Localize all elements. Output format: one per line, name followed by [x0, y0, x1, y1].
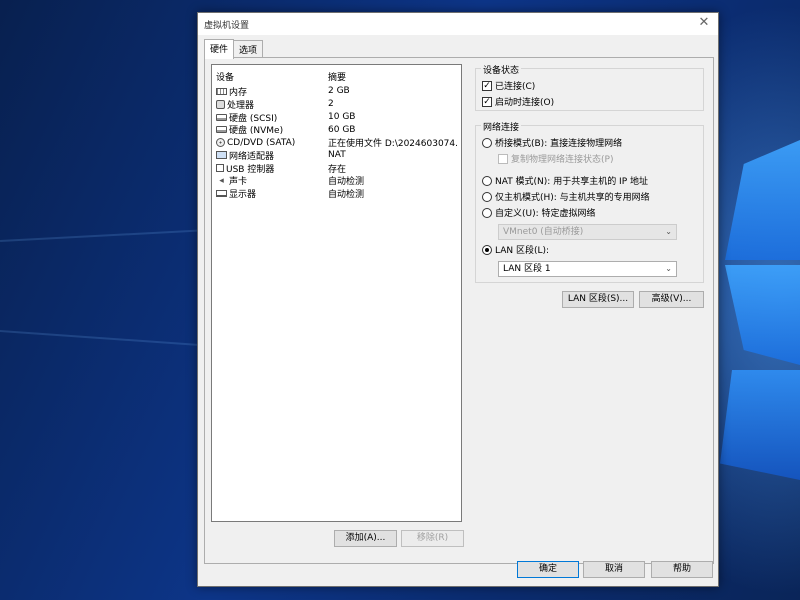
vm-settings-dialog: 虚拟机设置 ✕ 硬件 选项 设备 摘要 内存 2 GB 处理器 2 硬盘 (SC…: [197, 12, 719, 587]
device-row-processor[interactable]: 处理器 2: [212, 98, 461, 111]
device-summary: NAT: [328, 150, 346, 161]
lan-segment-value: LAN 区段 1: [503, 264, 551, 274]
checkbox-checked-icon: ✓: [482, 80, 492, 91]
hardware-tab-panel: 设备 摘要 内存 2 GB 处理器 2 硬盘 (SCSI) 10 GB 硬盘 (…: [204, 57, 714, 564]
cd-dvd-icon: [216, 138, 225, 148]
checkbox-unchecked-icon: [498, 153, 508, 164]
radio-off-icon: [482, 207, 492, 218]
connect-at-power-on-label: 启动时连接(O): [495, 98, 555, 108]
device-row-display[interactable]: 显示器 自动检测: [212, 187, 461, 200]
radio-off-icon: [482, 175, 492, 186]
device-row-cd-dvd[interactable]: CD/DVD (SATA) 正在使用文件 D:\2024603074...: [212, 136, 461, 149]
tab-hardware[interactable]: 硬件: [204, 39, 235, 59]
lan-segments-button[interactable]: LAN 区段(S)...: [562, 291, 634, 308]
light-beam: [0, 330, 200, 346]
device-summary: 60 GB: [328, 124, 356, 135]
device-summary: 自动检测: [328, 177, 365, 188]
hard-disk-icon: [216, 126, 227, 134]
device-row-memory[interactable]: 内存 2 GB: [212, 85, 461, 98]
windows-logo-pane: [725, 265, 800, 365]
connect-at-power-on-checkbox[interactable]: ✓ 启动时连接(O): [482, 95, 554, 108]
cancel-button[interactable]: 取消: [583, 561, 645, 578]
host-only-label: 仅主机模式(H): 与主机共享的专用网络: [495, 193, 650, 203]
memory-icon: [216, 87, 227, 95]
nat-mode-radio[interactable]: NAT 模式(N): 用于共享主机的 IP 地址: [482, 174, 648, 187]
device-row-network-adapter[interactable]: 网络适配器 NAT: [212, 149, 461, 162]
device-name: 声卡: [229, 177, 248, 188]
device-list[interactable]: 设备 摘要 内存 2 GB 处理器 2 硬盘 (SCSI) 10 GB 硬盘 (…: [211, 64, 462, 522]
device-row-hdd-scsi[interactable]: 硬盘 (SCSI) 10 GB: [212, 111, 461, 124]
device-name: 硬盘 (SCSI): [229, 113, 278, 124]
chevron-down-icon: ⌄: [665, 264, 672, 273]
custom-network-value: VMnet0 (自动桥接): [503, 227, 584, 237]
hard-disk-icon: [216, 113, 227, 121]
device-summary: 2 GB: [328, 86, 350, 97]
device-summary: 2: [328, 99, 334, 110]
device-summary: 自动检测: [328, 190, 365, 201]
device-name: 处理器: [227, 100, 255, 111]
lan-segment-select[interactable]: LAN 区段 1 ⌄: [498, 261, 677, 277]
light-beam: [0, 229, 200, 242]
replicate-state-checkbox[interactable]: 复制物理网络连接状态(P): [498, 152, 613, 165]
summary-column-header: 摘要: [328, 73, 347, 83]
network-adapter-icon: [216, 151, 227, 160]
connected-checkbox[interactable]: ✓ 已连接(C): [482, 79, 535, 92]
device-status-group: 设备状态 ✓ 已连接(C) ✓ 启动时连接(O): [475, 63, 704, 111]
title-bar: 虚拟机设置 ✕: [198, 13, 718, 35]
windows-logo-pane: [725, 140, 800, 260]
custom-network-radio[interactable]: 自定义(U): 特定虚拟网络: [482, 206, 596, 219]
radio-off-icon: [482, 191, 492, 202]
host-only-radio[interactable]: 仅主机模式(H): 与主机共享的专用网络: [482, 190, 650, 203]
lan-segment-radio[interactable]: LAN 区段(L):: [482, 243, 549, 256]
device-summary: 正在使用文件 D:\2024603074...: [328, 139, 457, 150]
checkbox-checked-icon: ✓: [482, 96, 492, 107]
close-icon[interactable]: ✕: [696, 15, 712, 31]
device-row-usb[interactable]: USB 控制器 存在: [212, 162, 461, 175]
chevron-down-icon: ⌄: [665, 227, 672, 236]
device-column-header: 设备: [216, 73, 235, 83]
advanced-button[interactable]: 高级(V)...: [639, 291, 704, 308]
custom-network-select[interactable]: VMnet0 (自动桥接) ⌄: [498, 224, 677, 240]
nat-mode-label: NAT 模式(N): 用于共享主机的 IP 地址: [495, 177, 649, 187]
device-status-legend: 设备状态: [481, 63, 522, 76]
device-list-header: 设备 摘要: [212, 65, 461, 85]
replicate-state-label: 复制物理网络连接状态(P): [511, 155, 614, 165]
device-name: 网络适配器: [229, 151, 275, 162]
remove-device-button[interactable]: 移除(R): [401, 530, 464, 547]
usb-controller-icon: [216, 164, 224, 173]
device-name: 硬盘 (NVMe): [229, 126, 284, 137]
sound-card-icon: ◂: [219, 175, 224, 186]
device-summary: 存在: [328, 164, 347, 175]
device-name: 显示器: [229, 190, 257, 201]
device-name: 内存: [229, 87, 248, 98]
help-button[interactable]: 帮助: [651, 561, 713, 578]
processor-icon: [216, 99, 225, 109]
add-device-button[interactable]: 添加(A)...: [334, 530, 397, 547]
ok-button[interactable]: 确定: [517, 561, 579, 578]
lan-segment-label: LAN 区段(L):: [495, 246, 550, 256]
device-name: USB 控制器: [226, 164, 275, 175]
network-connection-group: 网络连接 桥接模式(B): 直接连接物理网络 复制物理网络连接状态(P) NAT…: [475, 120, 704, 283]
network-connection-legend: 网络连接: [481, 120, 522, 133]
bridged-mode-radio[interactable]: 桥接模式(B): 直接连接物理网络: [482, 136, 622, 149]
custom-network-label: 自定义(U): 特定虚拟网络: [495, 209, 596, 219]
device-name: CD/DVD (SATA): [227, 137, 296, 148]
connected-label: 已连接(C): [495, 82, 536, 92]
display-icon: [216, 190, 227, 198]
windows-logo-pane: [720, 370, 800, 480]
bridged-mode-label: 桥接模式(B): 直接连接物理网络: [495, 139, 623, 149]
radio-on-icon: [482, 244, 492, 255]
device-row-sound-card[interactable]: ◂ 声卡 自动检测: [212, 175, 461, 188]
device-summary: 10 GB: [328, 111, 356, 122]
device-row-hdd-nvme[interactable]: 硬盘 (NVMe) 60 GB: [212, 123, 461, 136]
radio-off-icon: [482, 137, 492, 148]
window-title: 虚拟机设置: [204, 20, 250, 31]
